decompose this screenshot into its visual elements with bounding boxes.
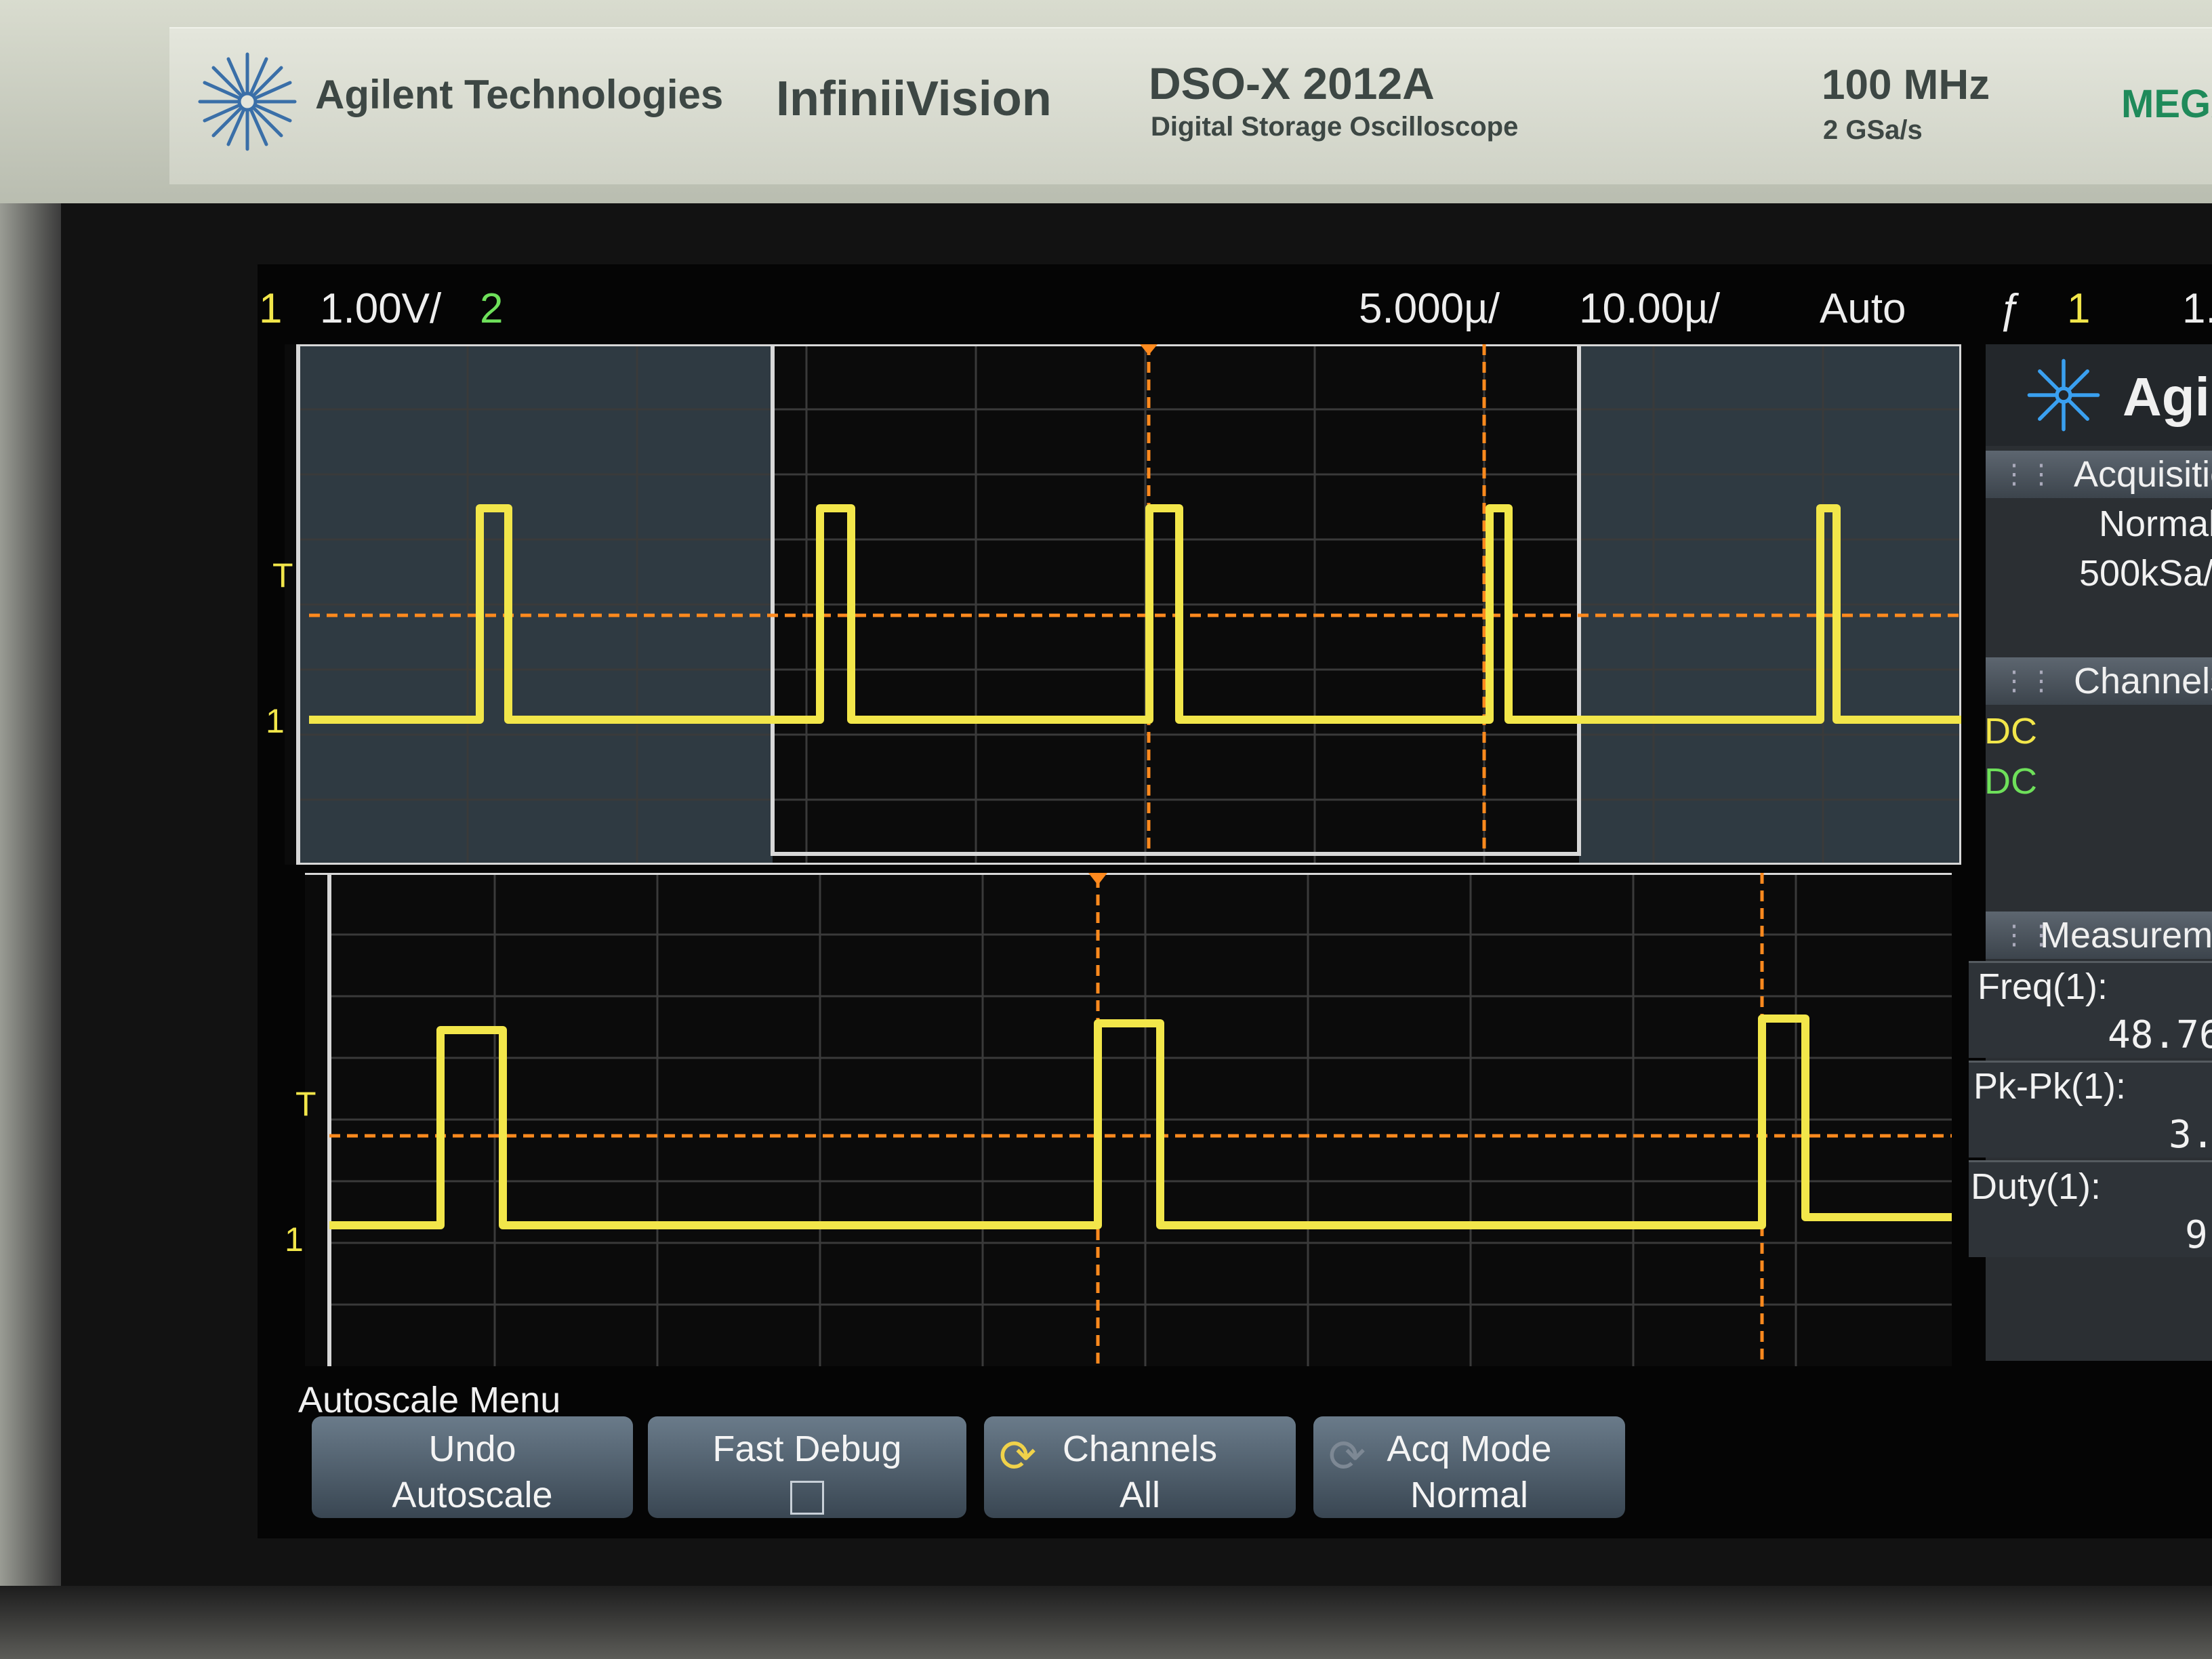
acq-mode-button[interactable]: ⟳ Acq Mode Normal: [1313, 1416, 1625, 1518]
lower-ch1-ground-marker[interactable]: 1: [285, 1220, 304, 1259]
trigger-mode[interactable]: Auto: [1820, 285, 1906, 333]
zoom-trigger-position-marker: [1088, 873, 1107, 885]
grip-icon: ⋮⋮: [2001, 666, 2055, 696]
brand-name: Agilent Technologies: [315, 72, 724, 117]
cycle-icon: ⟳: [1328, 1431, 1366, 1481]
measurement-freq-value: 48.76: [2108, 1013, 2212, 1057]
grip-icon: ⋮⋮: [2001, 459, 2055, 489]
upper-trigger-level-marker[interactable]: T: [272, 556, 293, 595]
mega-badge: MEGA: [2121, 82, 2212, 126]
acquisition-section-header[interactable]: ⋮⋮ Acquisitio: [1986, 451, 2212, 498]
softkey-sublabel: Autoscale: [392, 1475, 553, 1515]
channel-1-scale[interactable]: 1.00V/: [320, 285, 441, 333]
channels-title: Channels: [2074, 661, 2212, 701]
agilent-starburst-icon: [2027, 359, 2100, 432]
checkbox-icon[interactable]: [790, 1480, 824, 1515]
undo-autoscale-button[interactable]: Undo Autoscale: [312, 1416, 633, 1518]
softkey-label: Undo: [428, 1429, 516, 1469]
cycle-icon: ⟳: [999, 1431, 1037, 1481]
softkey-menu-title: Autoscale Menu: [298, 1380, 561, 1420]
measurement-freq-label: Freq(1):: [1978, 966, 2108, 1007]
bandwidth-label: 100 MHz: [1822, 62, 1990, 108]
sample-rate-label: 2 GSa/s: [1823, 115, 1923, 145]
channel-1-coupling: DC: [1984, 711, 2037, 752]
zoom-channel-1-trace: [329, 1015, 1952, 1229]
acquisition-mode: Normal: [2099, 504, 2212, 544]
sidebar-logo-text: Agil: [2123, 367, 2212, 427]
main-waveform-panel[interactable]: [285, 344, 1961, 865]
measurements-section-header[interactable]: ⋮⋮ Measuremen: [1986, 912, 2212, 959]
left-bezel: [0, 203, 61, 1659]
acquisition-rate: 500kSa/: [2079, 553, 2212, 594]
fast-debug-button[interactable]: Fast Debug: [648, 1416, 966, 1518]
channel-2-coupling: DC: [1984, 761, 2037, 802]
model-name: DSO-X 2012A: [1149, 58, 1435, 108]
softkey-label: Fast Debug: [712, 1429, 902, 1469]
main-timebase[interactable]: 10.00µ/: [1579, 285, 1720, 333]
trigger-edge-icon: ƒ: [1999, 285, 2023, 332]
product-line: InfiniiVision: [776, 72, 1052, 126]
measurement-duty-value: 9: [2185, 1213, 2208, 1257]
trigger-position-marker: [1140, 344, 1158, 355]
trigger-source[interactable]: 1: [2067, 285, 2090, 333]
acquisition-title: Acquisitio: [2074, 454, 2212, 495]
zoom-waveform-panel[interactable]: [305, 873, 1952, 1366]
channels-all-button[interactable]: ⟳ Channels All: [984, 1416, 1296, 1518]
bottom-bezel: [0, 1586, 2212, 1659]
lower-trigger-level-marker[interactable]: T: [295, 1084, 316, 1124]
grip-icon: ⋮⋮: [2001, 920, 2055, 950]
measurements-title: Measuremen: [2040, 915, 2212, 956]
channel-2-indicator[interactable]: 2: [480, 285, 503, 333]
trigger-level[interactable]: 1.: [2182, 285, 2212, 333]
channel-1-indicator[interactable]: 1: [259, 285, 282, 333]
measurement-pkpk-value: 3.: [2169, 1113, 2212, 1157]
zoom-timebase[interactable]: 5.000µ/: [1359, 285, 1500, 333]
channels-section-header[interactable]: ⋮⋮ Channels: [1986, 657, 2212, 705]
upper-ch1-ground-marker[interactable]: 1: [266, 701, 285, 741]
agilent-starburst-icon: [198, 52, 297, 151]
measurement-duty-label: Duty(1):: [1971, 1166, 2102, 1207]
model-subtitle: Digital Storage Oscilloscope: [1151, 112, 1519, 142]
measurement-pkpk-label: Pk-Pk(1):: [1973, 1066, 2127, 1107]
